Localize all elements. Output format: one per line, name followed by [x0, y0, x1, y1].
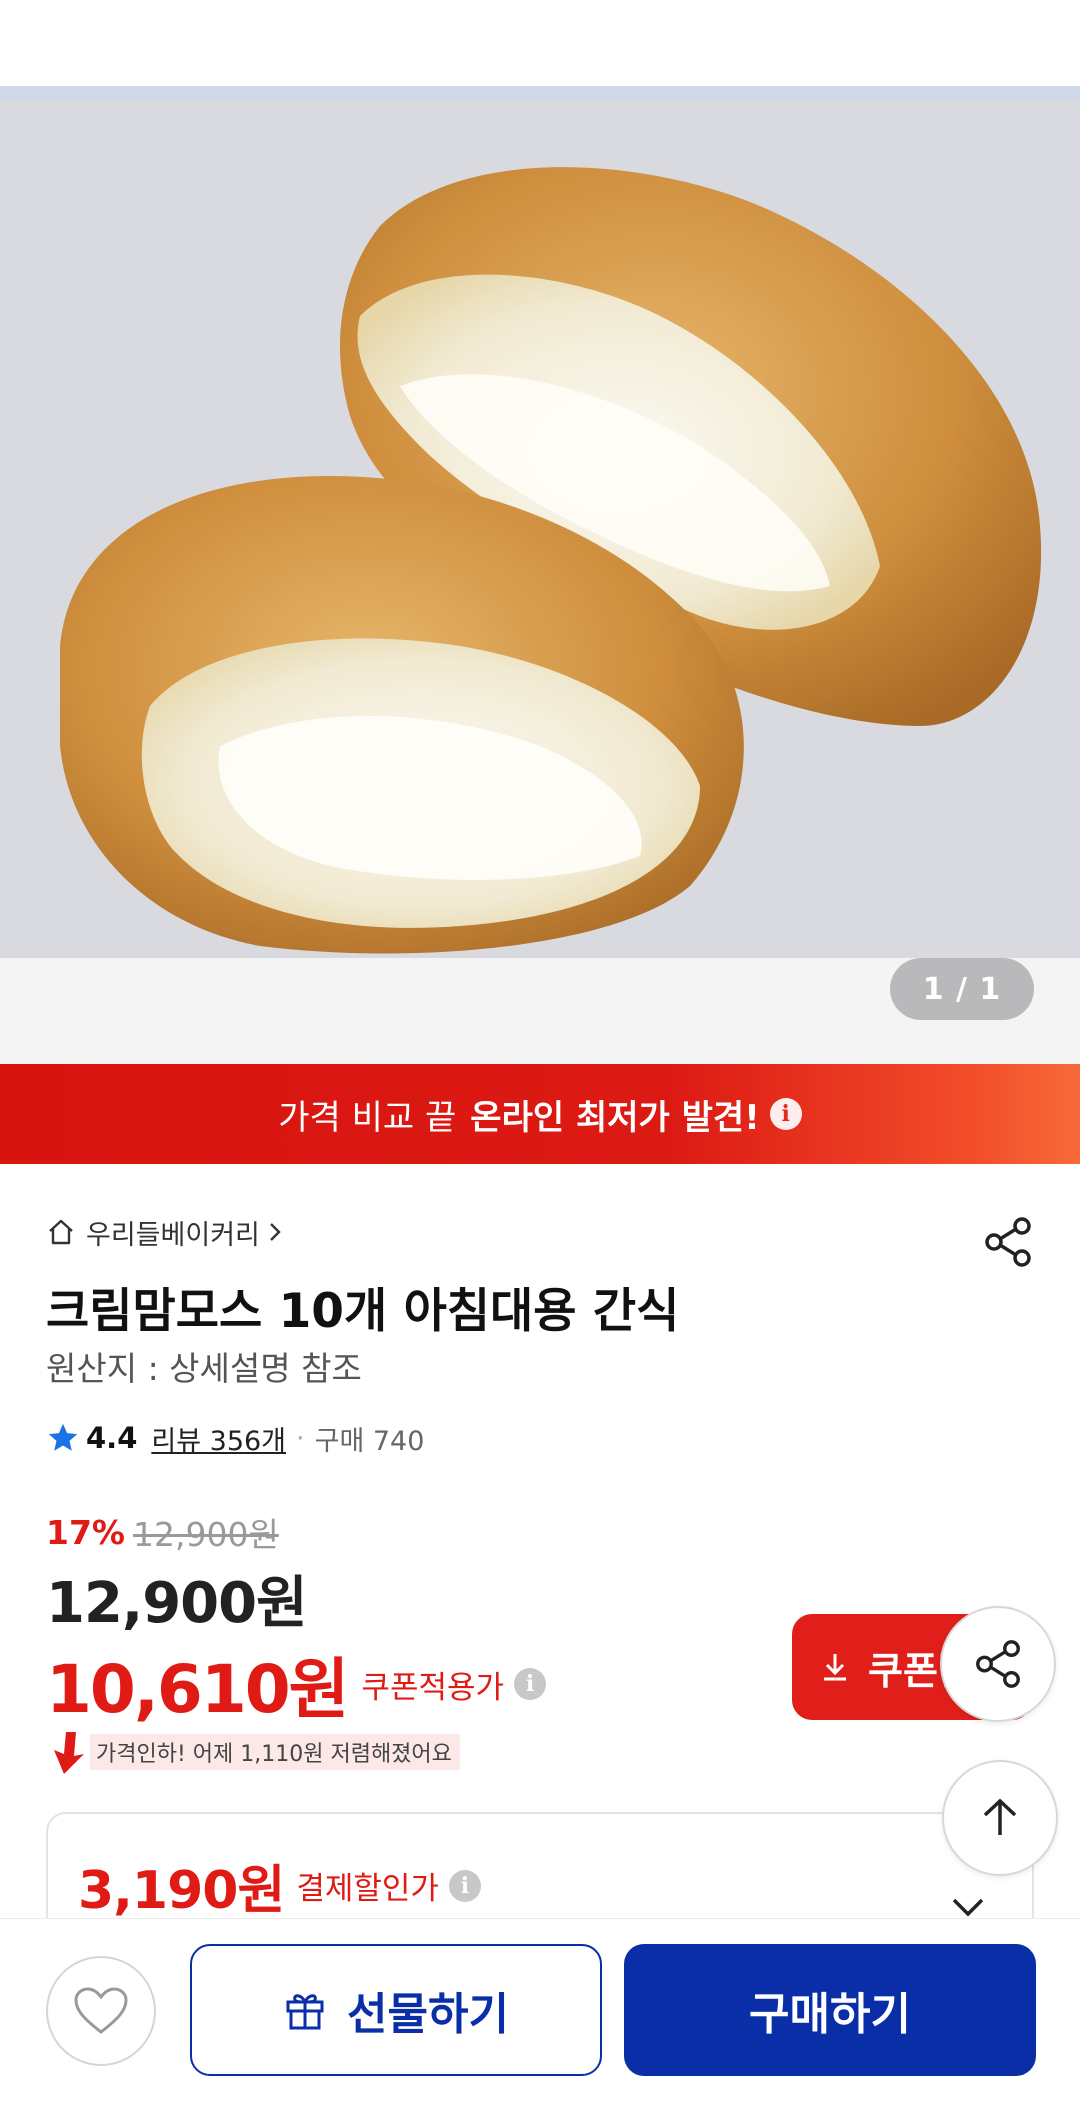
coupon-price-label: 쿠폰적용가 — [361, 1669, 505, 1706]
banner-highlight: 온라인 최저가 발견! — [470, 1097, 760, 1138]
gift-button-label: 선물하기 — [347, 1989, 509, 2040]
store-link[interactable]: 우리들베이커리 — [46, 1212, 296, 1252]
product-origin: 원산지 : 상세설명 참조 — [46, 1349, 362, 1388]
star-icon — [48, 1423, 78, 1451]
reviews-link[interactable]: 리뷰 356개 — [151, 1419, 286, 1458]
payment-discount-row: 3,190원 결제할인가 i — [78, 1848, 481, 1923]
coupon-price-row: 10,610원 쿠폰적용가 i — [46, 1636, 547, 1732]
coupon-info-icon[interactable]: i — [514, 1668, 547, 1700]
gift-button[interactable]: 선물하기 — [190, 1944, 602, 2076]
scroll-to-top-button[interactable] — [942, 1760, 1058, 1876]
lowest-price-banner[interactable]: 가격 비교 끝 온라인 최저가 발견! i — [0, 1064, 1080, 1164]
arrow-up-icon — [983, 1798, 1017, 1835]
price-drop-text: 가격인하! 어제 1,110원 저렴해졌어요 — [90, 1734, 460, 1770]
banner-text: 가격 비교 끝 — [278, 1097, 457, 1138]
payment-price-label: 결제할인가 — [296, 1871, 439, 1907]
payment-info-icon[interactable]: i — [448, 1869, 481, 1902]
sale-price: 12,900원 — [46, 1571, 308, 1636]
discount-row: 17% 12,900원 — [46, 1508, 279, 1556]
banner-info-icon[interactable]: i — [769, 1098, 802, 1130]
buy-button[interactable]: 구매하기 — [624, 1944, 1036, 2076]
home-icon — [49, 1219, 73, 1245]
wishlist-button[interactable] — [46, 1956, 156, 2066]
separator-dot: · — [296, 1422, 305, 1454]
product-image[interactable] — [0, 86, 1080, 958]
original-price: 12,900원 — [133, 1515, 279, 1554]
payment-price: 3,190원 — [78, 1861, 285, 1921]
floating-share-button[interactable] — [940, 1606, 1056, 1722]
discount-percent: 17% — [46, 1512, 125, 1552]
chevron-right-icon — [270, 1223, 281, 1241]
share-icon — [976, 1640, 1020, 1688]
gift-icon — [286, 1994, 324, 2030]
purchase-count: 구매 740 — [314, 1425, 425, 1457]
heart-icon — [74, 1987, 128, 2034]
product-photo — [0, 86, 1080, 958]
buy-button-label: 구매하기 — [749, 1989, 911, 2040]
image-counter: 1 / 1 — [890, 958, 1034, 1020]
arrow-down-icon — [54, 1732, 84, 1774]
product-title: 크림맘모스 10개 아침대용 간식 — [46, 1284, 680, 1339]
price-drop-note: 가격인하! 어제 1,110원 저렴해졌어요 — [46, 1728, 460, 1776]
download-icon — [824, 1654, 846, 1681]
store-name: 우리들베이커리 — [86, 1219, 260, 1251]
rating-row: 4.4 리뷰 356개 · 구매 740 — [46, 1418, 424, 1458]
rating-score: 4.4 — [86, 1421, 138, 1455]
share-icon[interactable] — [980, 1214, 1036, 1270]
coupon-price: 10,610원 — [46, 1651, 349, 1728]
